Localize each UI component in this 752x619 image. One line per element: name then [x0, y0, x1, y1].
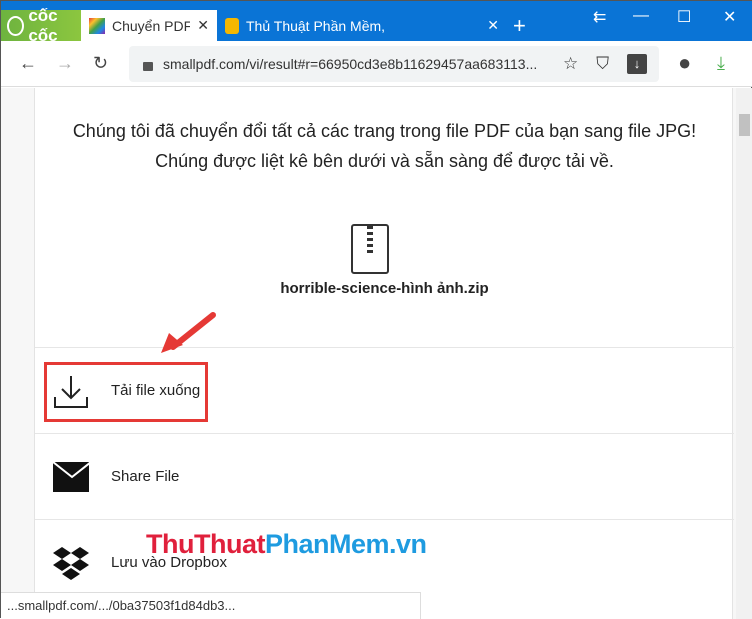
- watermark-logo: ThuThuatPhanMem.vn: [146, 529, 427, 559]
- action-label: Share File: [111, 468, 180, 485]
- maximize-button[interactable]: ☐: [677, 7, 691, 27]
- minimize-button[interactable]: —: [633, 7, 649, 25]
- tab-active[interactable]: Chuyển PDF sang JPG ✕: [81, 10, 217, 41]
- lock-icon: [143, 61, 153, 71]
- highlight-box: [44, 362, 208, 422]
- tab-bar: cốc cốc Chuyển PDF sang JPG ✕ Thủ Thuật P…: [1, 1, 752, 45]
- coccoc-logo-icon: [7, 15, 25, 36]
- downloads-icon[interactable]: ⤓: [717, 53, 725, 74]
- close-tab-icon[interactable]: ✕: [487, 17, 499, 34]
- new-tab-button[interactable]: +: [513, 13, 526, 39]
- shield-icon[interactable]: ⛉: [596, 54, 609, 74]
- coccoc-menu-button[interactable]: cốc cốc: [1, 6, 81, 45]
- address-bar[interactable]: smallpdf.com/vi/result#r=66950cd3e8b1162…: [129, 46, 659, 82]
- dropbox-icon: [53, 545, 89, 581]
- file-name: horrible-science-hình ảnh.zip: [280, 280, 489, 297]
- back-button[interactable]: ←: [19, 53, 37, 74]
- close-tab-icon[interactable]: ✕: [197, 17, 209, 34]
- scrollbar-thumb[interactable]: [739, 114, 750, 136]
- tab-other[interactable]: Thủ Thuật Phần Mềm, ✕: [217, 10, 507, 41]
- tab-title: Chuyển PDF sang JPG: [112, 17, 191, 34]
- bulb-favicon-icon: [225, 17, 239, 34]
- save-download-icon[interactable]: ↓: [627, 54, 647, 74]
- red-arrow-icon: [161, 312, 216, 353]
- restore-tabs-icon[interactable]: ⇇: [593, 7, 606, 27]
- forward-button[interactable]: →: [56, 53, 74, 74]
- tab-title: Thủ Thuật Phần Mềm,: [246, 17, 386, 34]
- profile-icon[interactable]: ●: [678, 50, 691, 76]
- status-bar-url: ...smallpdf.com/.../0ba37503f1d84db3...: [1, 592, 421, 619]
- envelope-icon: [53, 459, 89, 495]
- reload-button[interactable]: ↻: [93, 53, 108, 74]
- star-icon[interactable]: ☆: [563, 54, 578, 74]
- share-file-button[interactable]: Share File: [35, 433, 734, 519]
- close-window-button[interactable]: ✕: [723, 7, 736, 27]
- url-text[interactable]: smallpdf.com/vi/result#r=66950cd3e8b1162…: [163, 56, 553, 72]
- scrollbar[interactable]: [736, 88, 752, 619]
- result-message: Chúng tôi đã chuyển đổi tất cả các trang…: [72, 121, 697, 171]
- brand-label: cốc cốc: [28, 5, 58, 45]
- smallpdf-favicon-icon: [89, 17, 105, 34]
- zip-file-icon: [351, 224, 389, 274]
